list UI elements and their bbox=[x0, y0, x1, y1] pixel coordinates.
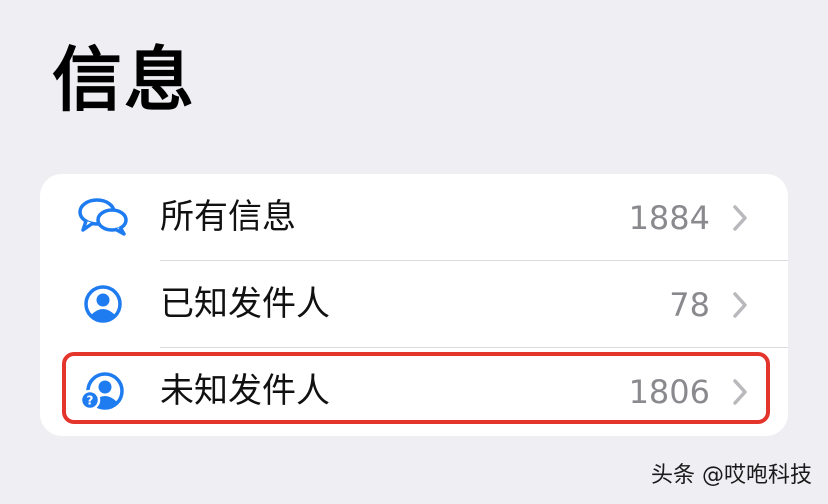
filter-label: 已知发件人 bbox=[160, 284, 330, 324]
page-title: 信息 bbox=[52, 39, 196, 121]
message-count: 1884 bbox=[628, 199, 710, 237]
filter-label: 所有信息 bbox=[160, 197, 296, 237]
chevron-right-icon bbox=[733, 379, 747, 405]
message-filters-card: 所有信息 1884 已知发件人 78 ? 未知发件人 1806 bbox=[40, 174, 788, 436]
filter-row-all-messages[interactable]: 所有信息 1884 bbox=[40, 174, 788, 261]
unknown-sender-icon: ? bbox=[79, 372, 124, 411]
speech-bubbles-icon bbox=[78, 198, 128, 236]
chevron-right-icon bbox=[733, 292, 747, 318]
watermark-text: 头条 @哎咆科技 bbox=[651, 463, 812, 488]
filter-row-unknown-senders[interactable]: ? 未知发件人 1806 bbox=[40, 348, 788, 435]
filter-row-known-senders[interactable]: 已知发件人 78 bbox=[40, 261, 788, 348]
chevron-right-icon bbox=[733, 205, 747, 231]
message-count: 78 bbox=[669, 286, 710, 324]
svg-text:?: ? bbox=[87, 394, 94, 408]
message-count: 1806 bbox=[628, 373, 710, 411]
person-circle-icon bbox=[84, 285, 122, 323]
filter-label: 未知发件人 bbox=[160, 371, 330, 411]
